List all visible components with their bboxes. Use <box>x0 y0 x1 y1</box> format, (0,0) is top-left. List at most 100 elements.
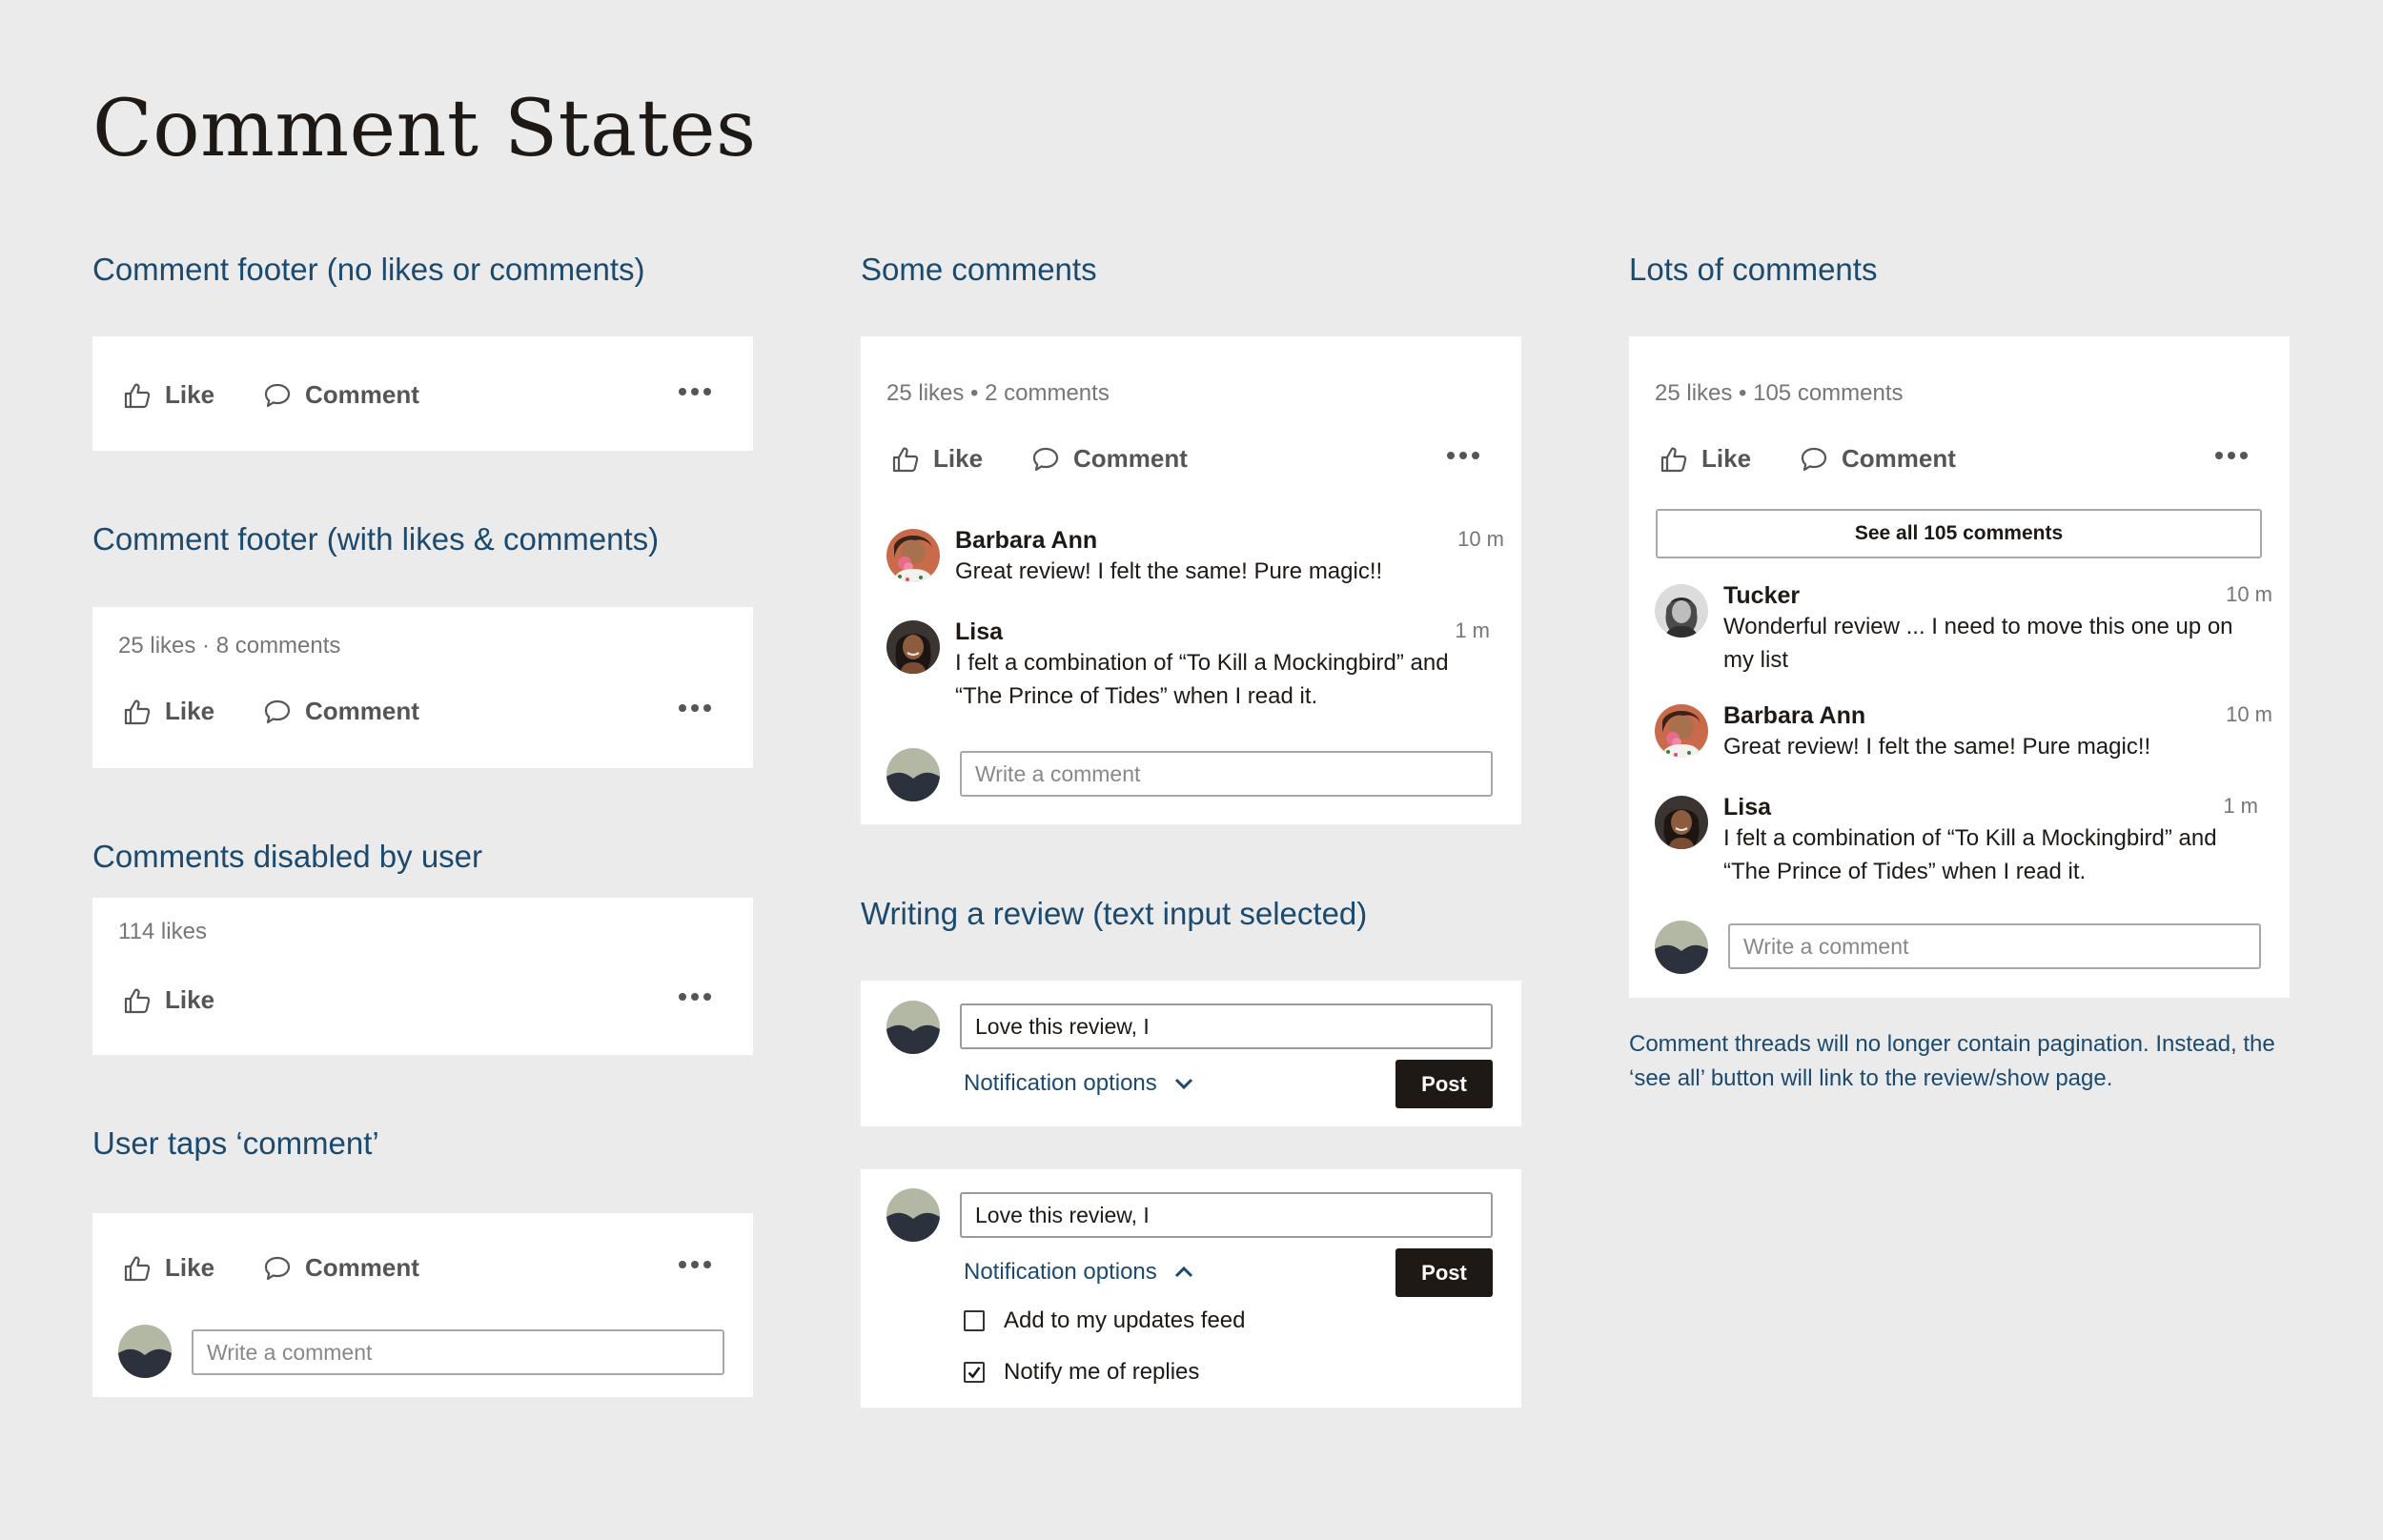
comment-button[interactable]: Comment <box>1800 444 1956 474</box>
commenter-avatar[interactable] <box>1655 584 1708 638</box>
commenter-avatar[interactable] <box>886 620 940 674</box>
thumbs-up-icon <box>123 986 152 1015</box>
commenter-name[interactable]: Tucker <box>1723 582 1800 610</box>
writing-expanded-card: Notification options Post Add to my upda… <box>861 1169 1521 1408</box>
current-user-avatar <box>118 1325 172 1378</box>
post-button[interactable]: Post <box>1395 1060 1493 1108</box>
speech-bubble-icon <box>263 1254 292 1283</box>
current-user-avatar <box>886 1188 940 1242</box>
commenter-avatar[interactable] <box>886 529 940 582</box>
speech-bubble-icon <box>263 381 292 410</box>
comment-text: I felt a combination of “To Kill a Mocki… <box>1723 825 2217 884</box>
comment-text: I felt a combination of “To Kill a Mocki… <box>955 650 1449 709</box>
section-title-taps-comment: User taps ‘comment’ <box>92 1125 379 1161</box>
commenter-avatar[interactable] <box>1655 704 1708 758</box>
option-label: Add to my updates feed <box>1004 1307 1246 1333</box>
speech-bubble-icon <box>1031 445 1060 474</box>
comment-timestamp: 10 m <box>2226 582 2272 606</box>
more-options-button[interactable] <box>675 384 715 399</box>
comment-timestamp: 10 m <box>1457 527 1504 551</box>
commenter-avatar[interactable] <box>1655 796 1708 849</box>
pagination-note: Comment threads will no longer contain p… <box>1629 1031 2275 1091</box>
like-comment-count[interactable]: 25 likes · 8 comments <box>118 633 340 659</box>
comment-label: Comment <box>305 1253 419 1282</box>
more-options-button[interactable] <box>1443 448 1483 463</box>
comment-timestamp: 1 m <box>2223 794 2258 818</box>
ellipsis-icon <box>679 388 686 395</box>
chevron-down-icon <box>1174 1078 1192 1090</box>
post-button[interactable]: Post <box>1395 1248 1493 1297</box>
comment-button[interactable]: Comment <box>263 380 419 410</box>
section-title-writing: Writing a review (text input selected) <box>861 896 1368 931</box>
checkbox-add-to-feed[interactable] <box>964 1310 985 1331</box>
commenter-name[interactable]: Barbara Ann <box>955 527 1097 555</box>
thumbs-up-icon <box>123 381 152 410</box>
comment-button[interactable]: Comment <box>1031 444 1188 474</box>
current-user-avatar <box>886 748 940 801</box>
ellipsis-icon <box>2215 452 2223 459</box>
ellipsis-icon <box>679 704 686 712</box>
checkbox-notify-replies[interactable] <box>964 1362 985 1383</box>
speech-bubble-icon <box>1800 445 1828 474</box>
comment-input[interactable] <box>192 1329 724 1375</box>
section-title-footer-empty: Comment footer (no likes or comments) <box>92 252 645 287</box>
like-button[interactable]: Like <box>123 380 214 410</box>
more-options-button[interactable] <box>675 989 715 1004</box>
ellipsis-icon <box>679 993 686 1001</box>
like-comment-count[interactable]: 25 likes • 105 comments <box>1655 380 1904 407</box>
like-comment-count[interactable]: 25 likes • 2 comments <box>886 380 1110 407</box>
commenter-name[interactable]: Lisa <box>955 618 1003 646</box>
more-options-button[interactable] <box>675 700 715 716</box>
comment-timestamp: 1 m <box>1455 618 1490 642</box>
taps-comment-card: Like Comment <box>92 1213 753 1397</box>
footer-with-card: 25 likes · 8 comments Like Comment <box>92 607 753 768</box>
like-button[interactable]: Like <box>891 444 983 474</box>
comment-text: Great review! I felt the same! Pure magi… <box>955 558 1383 584</box>
comment-text: Wonderful review ... I need to move this… <box>1723 614 2233 673</box>
thumbs-up-icon <box>891 445 920 474</box>
notification-options-label: Notification options <box>964 1259 1157 1285</box>
see-all-comments-button[interactable]: See all 105 comments <box>1656 509 2262 558</box>
comment-label: Comment <box>305 380 419 409</box>
like-button[interactable]: Like <box>123 697 214 726</box>
like-count[interactable]: 114 likes <box>118 919 207 945</box>
like-label: Like <box>165 985 215 1014</box>
more-options-button[interactable] <box>2211 448 2251 463</box>
page-title: Comment States <box>92 84 757 174</box>
like-label: Like <box>165 380 215 409</box>
like-button[interactable]: Like <box>123 985 214 1015</box>
comment-input[interactable] <box>1728 923 2261 969</box>
current-user-avatar <box>886 1001 940 1054</box>
speech-bubble-icon <box>263 698 292 726</box>
notification-options-toggle[interactable]: Notification options <box>964 1259 1193 1286</box>
notification-options-toggle[interactable]: Notification options <box>964 1070 1193 1097</box>
more-options-button[interactable] <box>675 1257 715 1272</box>
comment-button[interactable]: Comment <box>263 697 419 726</box>
like-label: Like <box>165 1253 215 1282</box>
comment-label: Comment <box>305 697 419 725</box>
notification-options-label: Notification options <box>964 1070 1157 1096</box>
footer-empty-card: Like Comment <box>92 336 753 451</box>
commenter-name[interactable]: Lisa <box>1723 794 1771 821</box>
option-notify-replies[interactable]: Notify me of replies <box>964 1359 1199 1386</box>
some-comments-card: 25 likes • 2 comments Like Comment Barba… <box>861 336 1521 824</box>
like-button[interactable]: Like <box>1660 444 1751 474</box>
comment-button[interactable]: Comment <box>263 1253 419 1283</box>
comment-input[interactable] <box>960 1192 1493 1238</box>
writing-collapsed-card: Notification options Post <box>861 981 1521 1126</box>
section-title-some-comments: Some comments <box>861 252 1097 287</box>
comment-label: Comment <box>1073 444 1188 473</box>
comment-input[interactable] <box>960 751 1493 797</box>
comment-label: Comment <box>1842 444 1956 473</box>
option-label: Notify me of replies <box>1004 1359 1200 1385</box>
chevron-up-icon <box>1174 1266 1192 1278</box>
option-add-to-feed[interactable]: Add to my updates feed <box>964 1307 1246 1334</box>
commenter-name[interactable]: Barbara Ann <box>1723 702 1865 730</box>
section-title-footer-with: Comment footer (with likes & comments) <box>92 521 660 557</box>
comment-timestamp: 10 m <box>2226 702 2272 726</box>
like-label: Like <box>1701 444 1752 473</box>
like-button[interactable]: Like <box>123 1253 214 1283</box>
ellipsis-icon <box>1447 452 1455 459</box>
thumbs-up-icon <box>123 1254 152 1283</box>
comment-input[interactable] <box>960 1003 1493 1049</box>
